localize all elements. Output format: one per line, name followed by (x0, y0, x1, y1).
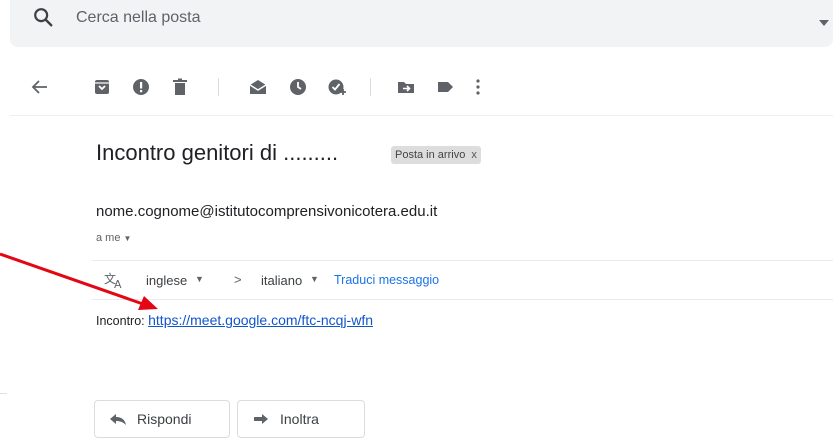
forward-icon (254, 414, 268, 424)
forward-button[interactable]: Inoltra (237, 400, 365, 438)
email-subject: Incontro genitori di ......... (96, 140, 339, 165)
report-spam-icon[interactable] (130, 76, 152, 98)
toolbar-divider-line (10, 115, 833, 116)
recipient-details[interactable]: a me ▼ (96, 232, 131, 244)
chevron-down-icon[interactable]: ▼ (310, 274, 319, 284)
forward-label: Inoltra (280, 411, 319, 427)
labels-icon[interactable] (434, 76, 456, 98)
mark-unread-icon[interactable] (247, 76, 269, 98)
meet-link[interactable]: https://meet.google.com/ftc-ncqj-wfn (148, 312, 373, 328)
add-to-tasks-icon[interactable] (326, 76, 348, 98)
move-to-icon[interactable] (395, 76, 417, 98)
remove-label-icon[interactable]: x (471, 149, 477, 161)
translate-direction-icon: > (234, 272, 242, 287)
archive-icon[interactable] (91, 76, 113, 98)
toolbar-divider (370, 78, 371, 96)
back-arrow-icon[interactable] (29, 76, 51, 98)
translate-bar: 文A inglese ▼ > italiano ▼ Traduci messag… (92, 260, 833, 300)
translate-icon: 文A (104, 271, 124, 291)
message-toolbar (0, 70, 833, 104)
reply-icon (110, 414, 126, 425)
body-prefix: Incontro: (96, 314, 145, 328)
left-divider (0, 393, 7, 394)
chevron-down-icon[interactable]: ▼ (123, 234, 131, 243)
recipient-label: a me (96, 232, 121, 244)
more-icon[interactable] (467, 76, 489, 98)
translate-message-link[interactable]: Traduci messaggio (334, 273, 439, 287)
message-body: Incontro: https://meet.google.com/ftc-nc… (96, 312, 373, 328)
label-name: Posta in arrivo (395, 149, 466, 161)
target-language-select[interactable]: italiano (261, 273, 302, 288)
reply-label: Rispondi (137, 411, 192, 427)
toolbar-divider (218, 78, 219, 96)
svg-text:A: A (114, 278, 122, 289)
search-icon[interactable] (32, 6, 54, 28)
search-options-icon[interactable] (819, 14, 829, 26)
inbox-label-chip[interactable]: Posta in arrivo x (391, 146, 481, 164)
reply-button[interactable]: Rispondi (94, 400, 230, 438)
delete-icon[interactable] (169, 76, 191, 98)
sender-address: nome.cognome@istitutocomprensivonicotera… (96, 203, 438, 220)
search-bar[interactable]: Cerca nella posta (10, 0, 833, 47)
snooze-icon[interactable] (287, 76, 309, 98)
search-input[interactable]: Cerca nella posta (76, 9, 201, 27)
source-language-select[interactable]: inglese (146, 273, 187, 288)
chevron-down-icon[interactable]: ▼ (195, 274, 204, 284)
